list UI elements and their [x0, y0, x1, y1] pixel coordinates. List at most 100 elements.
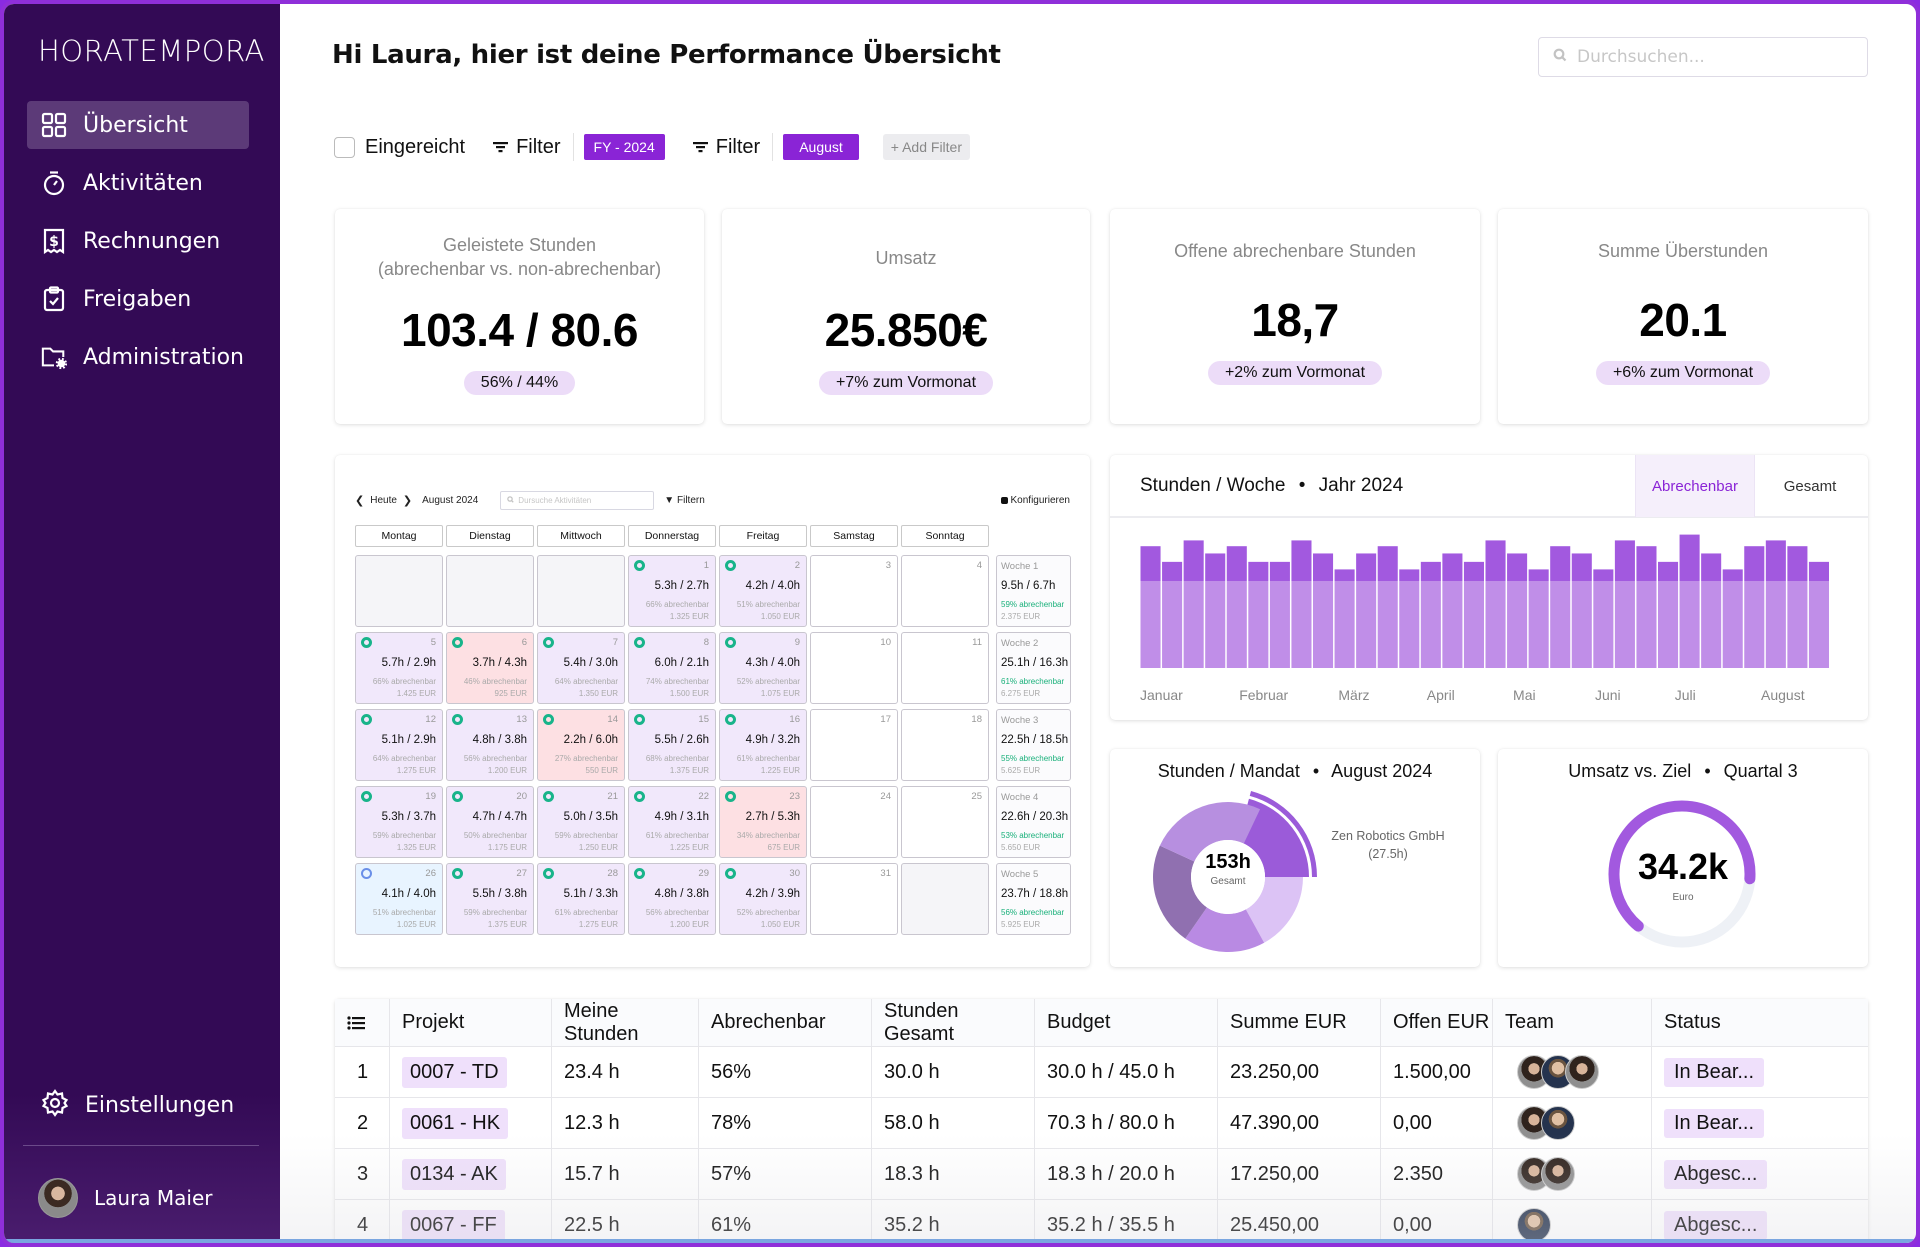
- calendar-day-cell[interactable]: 25: [901, 786, 989, 858]
- bar-base[interactable]: [1744, 581, 1765, 668]
- bar-base[interactable]: [1787, 581, 1808, 668]
- filter-chip-fiscal-year[interactable]: FY - 2024: [583, 134, 665, 160]
- bar-base[interactable]: [1226, 581, 1247, 668]
- column-header[interactable]: Team: [1493, 999, 1652, 1046]
- project-tag[interactable]: 0134 - AK: [402, 1158, 506, 1190]
- bar-top[interactable]: [1399, 569, 1420, 581]
- avatar[interactable]: [1517, 1208, 1551, 1242]
- tab-abrechenbar[interactable]: Abrechenbar: [1635, 455, 1755, 517]
- calendar-day-cell[interactable]: 4: [901, 555, 989, 627]
- calendar-day-cell[interactable]: 15 5.5h / 2.6h 68% abrechenbar 1.375 EUR: [628, 709, 716, 781]
- calendar-day-cell[interactable]: 17: [810, 709, 898, 781]
- calendar-day-cell[interactable]: 13 4.8h / 3.8h 56% abrechenbar 1.200 EUR: [446, 709, 534, 781]
- bar-top[interactable]: [1658, 561, 1679, 581]
- calendar-day-cell[interactable]: 27 5.5h / 3.8h 59% abrechenbar 1.375 EUR: [446, 863, 534, 935]
- calendar-day-cell[interactable]: 31: [810, 863, 898, 935]
- calendar-day-cell[interactable]: 14 2.2h / 6.0h 27% abrechenbar 550 EUR: [537, 709, 625, 781]
- column-header[interactable]: Offen EUR: [1381, 999, 1493, 1046]
- bar-base[interactable]: [1399, 581, 1420, 668]
- bar-base[interactable]: [1528, 581, 1549, 668]
- calendar-day-cell[interactable]: 28 5.1h / 3.3h 61% abrechenbar 1.275 EUR: [537, 863, 625, 935]
- bar-top[interactable]: [1507, 553, 1528, 581]
- week-summary-cell[interactable]: Woche 5 23.7h / 18.8h 56% abrechenbar 5.925…: [996, 863, 1071, 935]
- bar-base[interactable]: [1507, 581, 1528, 668]
- bar-top[interactable]: [1550, 546, 1571, 581]
- bar-base[interactable]: [1140, 581, 1161, 668]
- bar-base[interactable]: [1571, 581, 1592, 668]
- project-tag[interactable]: 0067 - FF: [402, 1209, 505, 1241]
- add-filter-button[interactable]: + Add Filter: [882, 134, 970, 160]
- bar-top[interactable]: [1722, 569, 1743, 581]
- bar-top[interactable]: [1377, 546, 1398, 581]
- sidebar-item-einstellungen[interactable]: Einstellungen: [41, 1089, 234, 1122]
- bar-base[interactable]: [1205, 581, 1226, 668]
- calendar-day-cell[interactable]: 24: [810, 786, 898, 858]
- bar-base[interactable]: [1377, 581, 1398, 668]
- calendar-day-cell[interactable]: 20 4.7h / 4.7h 50% abrechenbar 1.175 EUR: [446, 786, 534, 858]
- search-input[interactable]: [1577, 47, 1847, 67]
- activity-search-input[interactable]: Dursuche Aktivitäten: [500, 491, 655, 510]
- bar-base[interactable]: [1636, 581, 1657, 668]
- chevron-right-icon[interactable]: ❯: [403, 494, 412, 507]
- bar-top[interactable]: [1442, 553, 1463, 581]
- calendar-day-cell[interactable]: 6 3.7h / 4.3h 46% abrechenbar 925 EUR: [446, 632, 534, 704]
- calendar-day-cell[interactable]: 21 5.0h / 3.5h 59% abrechenbar 1.250 EUR: [537, 786, 625, 858]
- calendar-day-cell[interactable]: 10: [810, 632, 898, 704]
- calendar-day-cell[interactable]: 9 4.3h / 4.0h 52% abrechenbar 1.075 EUR: [719, 632, 807, 704]
- filter-button-2[interactable]: Filter: [692, 136, 760, 159]
- bar-top[interactable]: [1140, 546, 1161, 581]
- column-header[interactable]: Abrechenbar: [699, 999, 872, 1046]
- filter-button-1[interactable]: Filter: [493, 136, 561, 159]
- bar-top[interactable]: [1787, 546, 1808, 581]
- table-row[interactable]: 1 0007 - TD 23.4 h 56% 30.0 h 30.0 h / 45.0 h…: [335, 1047, 1868, 1098]
- bar-base[interactable]: [1722, 581, 1743, 668]
- avatar[interactable]: [1541, 1157, 1575, 1191]
- sidebar-item-aktivitaeten[interactable]: Aktivitäten: [27, 159, 249, 207]
- calendar-day-cell[interactable]: 11: [901, 632, 989, 704]
- status-badge[interactable]: In Bear...: [1664, 1108, 1765, 1138]
- filter-chip-month[interactable]: August: [783, 134, 859, 160]
- bar-top[interactable]: [1420, 561, 1441, 581]
- project-tag[interactable]: 0061 - HK: [402, 1107, 509, 1139]
- bar-top[interactable]: [1463, 561, 1484, 581]
- calendar-day-cell[interactable]: 1 5.3h / 2.7h 66% abrechenbar 1.325 EUR: [628, 555, 716, 627]
- bar-top[interactable]: [1205, 553, 1226, 581]
- calendar-day-cell[interactable]: 3: [810, 555, 898, 627]
- bar-base[interactable]: [1463, 581, 1484, 668]
- table-row[interactable]: 3 0134 - AK 15.7 h 57% 18.3 h 18.3 h / 20.0 h…: [335, 1149, 1868, 1200]
- sidebar-item-administration[interactable]: Administration: [27, 333, 249, 381]
- sidebar-item-uebersicht[interactable]: Übersicht: [27, 101, 249, 149]
- status-badge[interactable]: Abgesc...: [1664, 1210, 1768, 1240]
- calendar-day-cell[interactable]: 29 4.8h / 3.8h 56% abrechenbar 1.200 EUR: [628, 863, 716, 935]
- bar-base[interactable]: [1808, 581, 1829, 668]
- bar-top[interactable]: [1269, 561, 1290, 581]
- bar-top[interactable]: [1162, 561, 1183, 581]
- bar-top[interactable]: [1701, 553, 1722, 581]
- bar-top[interactable]: [1636, 546, 1657, 581]
- bar-top[interactable]: [1356, 553, 1377, 581]
- bar-base[interactable]: [1550, 581, 1571, 668]
- bar-top[interactable]: [1248, 561, 1269, 581]
- status-badge[interactable]: In Bear...: [1664, 1057, 1765, 1087]
- bar-top[interactable]: [1226, 546, 1247, 581]
- bar-base[interactable]: [1183, 581, 1204, 668]
- calendar-day-cell[interactable]: 22 4.9h / 3.1h 61% abrechenbar 1.225 EUR: [628, 786, 716, 858]
- calendar-day-cell[interactable]: 16 4.9h / 3.2h 61% abrechenbar 1.225 EUR: [719, 709, 807, 781]
- calendar-day-cell[interactable]: 12 5.1h / 2.9h 64% abrechenbar 1.275 EUR: [355, 709, 443, 781]
- table-row[interactable]: 2 0061 - HK 12.3 h 78% 58.0 h 70.3 h / 80.0 h…: [335, 1098, 1868, 1149]
- bar-top[interactable]: [1485, 540, 1506, 581]
- bar-base[interactable]: [1701, 581, 1722, 668]
- calendar-day-cell[interactable]: 30 4.2h / 3.9h 52% abrechenbar 1.050 EUR: [719, 863, 807, 935]
- column-header[interactable]: Summe EUR: [1218, 999, 1381, 1046]
- column-header[interactable]: Projekt: [390, 999, 552, 1046]
- calendar-day-cell[interactable]: 26 4.1h / 4.0h 51% abrechenbar 1.025 EUR: [355, 863, 443, 935]
- bar-top[interactable]: [1571, 553, 1592, 581]
- calendar-day-cell[interactable]: 23 2.7h / 5.3h 34% abrechenbar 675 EUR: [719, 786, 807, 858]
- sidebar-item-rechnungen[interactable]: $ Rechnungen: [27, 217, 249, 265]
- bar-base[interactable]: [1334, 581, 1355, 668]
- bar-base[interactable]: [1291, 581, 1312, 668]
- bar-top[interactable]: [1528, 569, 1549, 581]
- bar-base[interactable]: [1765, 581, 1786, 668]
- calendar-day-cell[interactable]: [901, 863, 989, 935]
- bar-top[interactable]: [1291, 540, 1312, 581]
